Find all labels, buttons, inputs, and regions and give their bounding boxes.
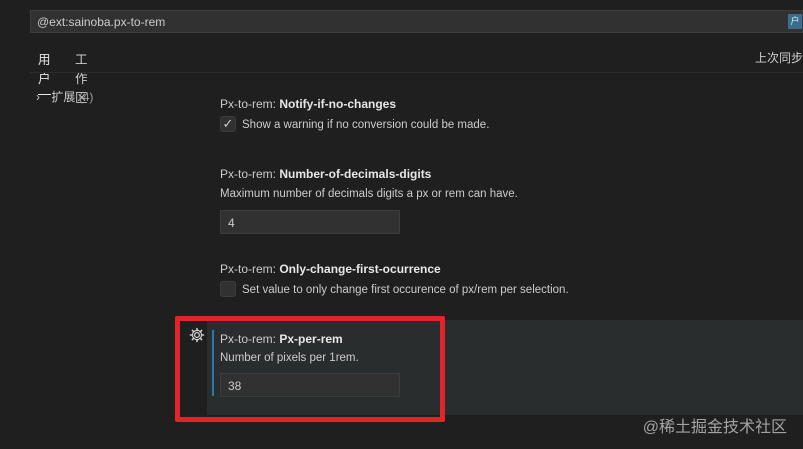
first-occurrence-checkbox[interactable] xyxy=(220,281,236,297)
setting-category: Px-to-rem: xyxy=(220,262,280,276)
settings-search-bar[interactable]: @ext:sainoba.px-to-rem 户 xyxy=(30,10,803,33)
watermark: @稀土掘金技术社区 xyxy=(642,419,787,436)
setting-name: Only-change-first-ocurrence xyxy=(279,262,441,276)
setting-category: Px-to-rem: xyxy=(220,97,280,111)
toc-item-label: 扩展 xyxy=(51,90,76,104)
setting-title: Px-to-rem: Number-of-decimals-digits xyxy=(220,167,518,181)
decimals-digits-input[interactable]: 4 xyxy=(220,210,400,234)
search-input[interactable]: @ext:sainoba.px-to-rem xyxy=(37,15,165,29)
setting-name: Notify-if-no-changes xyxy=(279,97,397,111)
setting-description: Set value to only change first occurence… xyxy=(242,284,569,297)
notify-checkbox[interactable]: ✓ xyxy=(220,116,236,132)
setting-only-change-first-ocurrence: Px-to-rem: Only-change-first-ocurrence S… xyxy=(220,262,569,298)
setting-number-of-decimals-digits: Px-to-rem: Number-of-decimals-digits Max… xyxy=(220,167,518,234)
annotation-highlight-box xyxy=(175,316,445,422)
last-sync-status: 上次同步 xyxy=(754,51,803,65)
filter-badge[interactable]: 户 xyxy=(788,14,802,29)
setting-category: Px-to-rem: xyxy=(220,167,280,181)
setting-description: Maximum number of decimals digits a px o… xyxy=(220,188,518,200)
toc-item-count: (4) xyxy=(78,90,94,104)
setting-title: Px-to-rem: Only-change-first-ocurrence xyxy=(220,262,569,276)
setting-checkbox-row: Set value to only change first occurence… xyxy=(220,281,569,298)
toc-item-extensions[interactable]: › 扩展 (4) xyxy=(36,88,93,105)
setting-notify-if-no-changes: Px-to-rem: Notify-if-no-changes ✓ Show a … xyxy=(220,97,489,133)
setting-checkbox-row: ✓ Show a warning if no conversion could b… xyxy=(220,116,490,133)
setting-title: Px-to-rem: Notify-if-no-changes xyxy=(220,97,489,111)
check-icon: ✓ xyxy=(222,116,234,131)
setting-description: Show a warning if no conversion could be… xyxy=(242,119,490,132)
setting-name: Number-of-decimals-digits xyxy=(279,167,432,181)
chevron-right-icon: › xyxy=(36,90,40,104)
tab-divider xyxy=(30,72,803,73)
